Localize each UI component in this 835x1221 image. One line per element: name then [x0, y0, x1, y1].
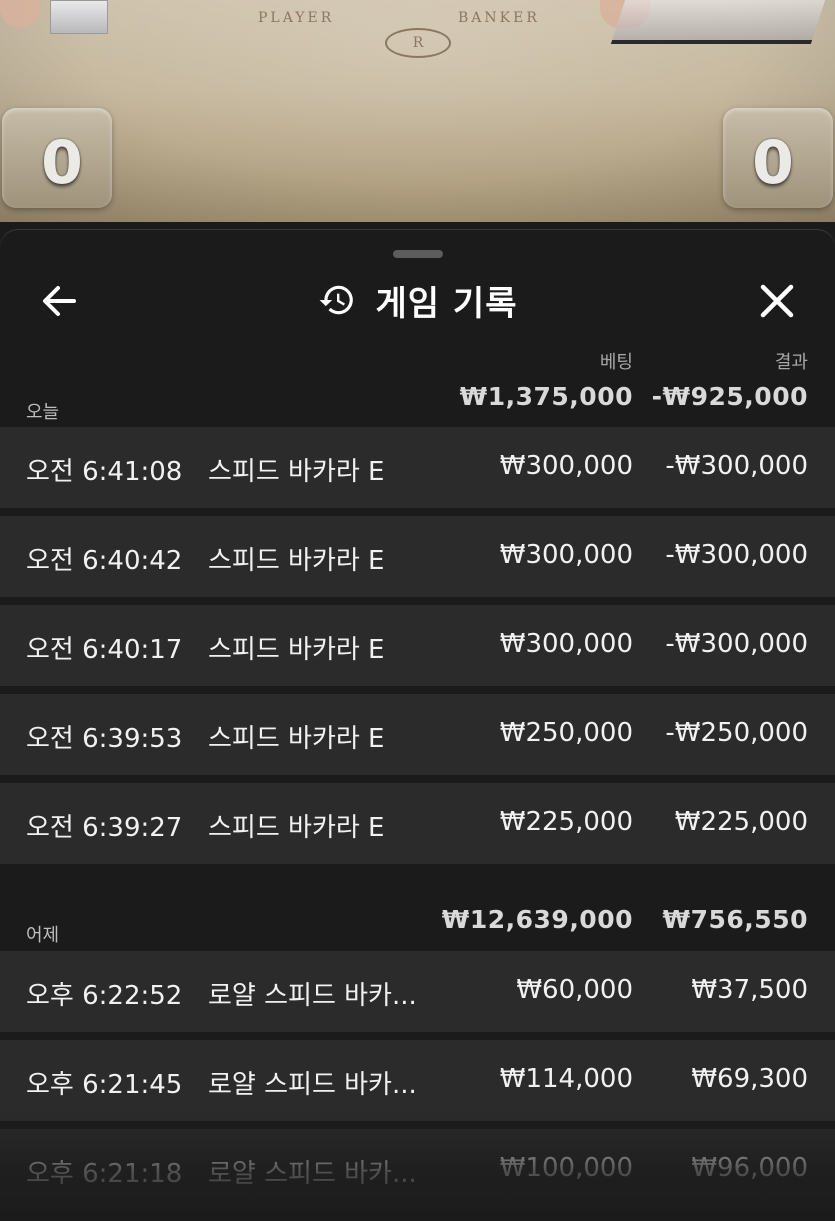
title-group: 게임 기록: [0, 270, 835, 330]
row-game: 스피드 바카라 E: [208, 724, 385, 754]
player-zone-label: PLAYER: [258, 10, 335, 26]
history-row[interactable]: 오후 6:21:18 로얄 스피드 바카... ₩100,000 ₩96,000: [0, 1129, 835, 1210]
row-result: ₩225,000: [674, 807, 808, 837]
row-bet: ₩60,000: [516, 975, 633, 1005]
row-time: 오전 6:40:42: [26, 546, 183, 576]
history-row[interactable]: 오전 6:40:17 스피드 바카라 E ₩300,000 -₩300,000: [0, 605, 835, 686]
column-header-bet: 베팅: [599, 352, 633, 373]
row-bet: ₩300,000: [499, 629, 633, 659]
row-result: ₩96,000: [691, 1153, 808, 1183]
row-bet: ₩250,000: [499, 718, 633, 748]
row-bet: ₩300,000: [499, 451, 633, 481]
banker-zone-label: BANKER: [458, 10, 540, 26]
history-row[interactable]: 오전 6:39:27 스피드 바카라 E ₩225,000 ₩225,000: [0, 783, 835, 864]
history-row[interactable]: 오전 6:40:42 스피드 바카라 E ₩300,000 -₩300,000: [0, 516, 835, 597]
card-shoe: [610, 0, 826, 44]
column-header-result: 결과: [774, 352, 808, 373]
back-button[interactable]: [38, 280, 80, 322]
history-row[interactable]: 오후 6:21:45 로얄 스피드 바카... ₩114,000 ₩69,300: [0, 1040, 835, 1121]
row-time: 오전 6:40:17: [26, 635, 183, 665]
row-game: 스피드 바카라 E: [208, 635, 385, 665]
section-result-total: ₩756,550: [662, 905, 808, 934]
row-time: 오후 6:21:45: [26, 1070, 183, 1100]
row-result: -₩250,000: [665, 718, 808, 748]
player-score: 0: [41, 128, 83, 198]
history-icon: [319, 285, 353, 315]
column-headers: 베팅 결과: [0, 348, 835, 373]
game-history-sheet: 게임 기록 베팅 결과 오늘 ₩1,375,000 -₩925,000 오전 6…: [0, 230, 835, 1221]
history-row[interactable]: 오전 6:39:53 스피드 바카라 E ₩250,000 -₩250,000: [0, 694, 835, 775]
row-result: ₩69,300: [691, 1064, 808, 1094]
banker-score: 0: [752, 128, 794, 198]
row-result: -₩300,000: [665, 451, 808, 481]
sheet-header: 게임 기록: [0, 270, 835, 330]
row-game: 로얄 스피드 바카...: [208, 1159, 417, 1189]
row-bet: ₩114,000: [499, 1064, 633, 1094]
history-row[interactable]: 오후 6:22:52 로얄 스피드 바카... ₩60,000 ₩37,500: [0, 951, 835, 1032]
row-game: 스피드 바카라 E: [208, 546, 385, 576]
arrow-left-icon: [43, 286, 76, 316]
section-bet-total: ₩1,375,000: [459, 382, 633, 411]
row-time: 오후 6:21:18: [26, 1159, 183, 1189]
section-header-yesterday: 어제 ₩12,639,000 ₩756,550: [0, 903, 835, 946]
sheet-drag-handle[interactable]: [393, 250, 443, 258]
row-bet: ₩300,000: [499, 540, 633, 570]
discard-tray: [50, 0, 108, 34]
row-game: 로얄 스피드 바카...: [208, 1070, 417, 1100]
row-bet: ₩225,000: [499, 807, 633, 837]
row-game: 스피드 바카라 E: [208, 813, 385, 843]
banker-score-box: 0: [723, 108, 833, 208]
section-result-total: -₩925,000: [651, 382, 808, 411]
player-score-box: 0: [2, 108, 112, 208]
close-button[interactable]: [756, 280, 798, 322]
row-result: ₩37,500: [691, 975, 808, 1005]
page-title: 게임 기록: [375, 283, 518, 324]
row-result: -₩300,000: [665, 540, 808, 570]
row-bet: ₩100,000: [499, 1153, 633, 1183]
close-icon: [760, 284, 794, 318]
section-bet-total: ₩12,639,000: [441, 905, 633, 934]
game-table-view: PLAYER BANKER R 0 0: [0, 0, 835, 222]
row-time: 오전 6:41:08: [26, 457, 183, 487]
row-time: 오후 6:22:52: [26, 981, 183, 1011]
row-result: -₩300,000: [665, 629, 808, 659]
section-header-today: 오늘 ₩1,375,000 -₩925,000: [0, 380, 835, 423]
row-game: 스피드 바카라 E: [208, 457, 385, 487]
row-time: 오전 6:39:53: [26, 724, 183, 754]
row-time: 오전 6:39:27: [26, 813, 183, 843]
row-game: 로얄 스피드 바카...: [208, 981, 417, 1011]
section-label: 어제: [26, 925, 60, 946]
history-row[interactable]: 오전 6:41:08 스피드 바카라 E ₩300,000 -₩300,000: [0, 427, 835, 508]
table-crest: R: [385, 28, 451, 58]
section-label: 오늘: [26, 402, 60, 423]
